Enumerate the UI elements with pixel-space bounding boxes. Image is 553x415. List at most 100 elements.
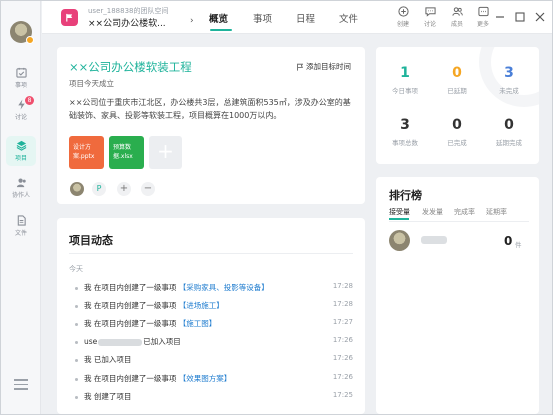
more-label: 更多 [476,21,489,28]
more-button[interactable]: 更多 [472,6,494,28]
project-icon [61,9,78,26]
rail-item-projects[interactable]: 项目 [6,136,36,166]
left-rail: 事项 讨论 8 项目 协作人 文件 [1,1,41,414]
feed-item: 我 已加入项目 17:26 [75,354,353,366]
redacted-name [98,338,143,346]
file-tile-ppt[interactable]: 设计方案.pptx [69,136,104,169]
feed-item: use 已加入项目 17:26 [75,336,353,348]
remove-member-button[interactable]: − [141,182,155,196]
chevron-right-icon[interactable]: › [190,16,194,26]
add-file-button[interactable]: + [149,136,182,169]
ranking-tab-completion[interactable]: 完成率 [454,207,475,217]
project-info-card: ××公司办公楼软装工程 添加目标时间 项目今天成立 ××公司位于重庆市江北区，办… [57,47,365,204]
feed-item: 我 在项目内创建了一级事项 【效果图方案】 17:26 [75,373,353,385]
tab-overview[interactable]: 概览 [209,11,228,25]
feed-time: 17:28 [332,282,353,290]
people-icon [16,178,26,188]
maximize-icon[interactable] [514,11,526,23]
feed-item: 我 在项目内创建了一级事项 【采购家具、投影等设备】 17:28 [75,282,353,294]
stat-value: 3 [504,65,514,81]
members-button[interactable]: 成员 [446,6,468,28]
stat-label: 已完成 [447,139,467,147]
member-avatar[interactable] [70,182,84,196]
workspace-name: user_188838的团队空间 [88,7,169,15]
divider [69,253,353,254]
p-icon[interactable]: P [92,182,106,196]
stat-late-completed[interactable]: 0 延期完成 [482,117,536,147]
ranking-tab-overdue[interactable]: 延期率 [486,207,507,217]
ranking-tab-received[interactable]: 接受量 [389,207,410,217]
discuss-label: 讨论 [423,21,436,28]
feed-item: 我 在项目内创建了一级事项 【施工图】 17:27 [75,318,353,330]
create-button[interactable]: 创建 [392,6,414,28]
feed-title: 项目动态 [69,234,113,247]
project-title[interactable]: ××公司办公楼软装工程 [69,59,192,75]
feed-time: 17:26 [332,354,353,362]
create-label: 创建 [396,21,409,28]
ranking-avatar [389,230,410,251]
members-icon [451,7,463,16]
feed-item: 我 在项目内创建了一级事项 【进场施工】 17:28 [75,300,353,312]
tab-schedule[interactable]: 日程 [296,11,315,25]
project-switcher[interactable]: ××公司办公楼软... [88,16,166,29]
file-tile-xls[interactable]: 预算数据.xlsx [109,136,144,169]
add-target-date-button[interactable]: 添加目标时间 [296,61,351,72]
rail-item-tasks[interactable]: 事项 [6,63,36,93]
feed-time: 17:26 [332,336,353,344]
file-icon [17,215,26,226]
stat-value: 0 [452,65,462,81]
minimize-icon[interactable] [494,11,506,23]
add-member-button[interactable]: + [117,182,131,196]
feed-time: 17:27 [332,318,353,326]
stat-label: 今日事项 [392,87,418,95]
tab-tasks[interactable]: 事项 [253,11,272,25]
rail-item-label: 事项 [14,82,27,89]
task-link[interactable]: 【施工图】 [179,319,217,328]
rail-item-collaborators[interactable]: 协作人 [6,173,36,203]
stat-value: 0 [504,117,514,133]
stat-today-tasks[interactable]: 1 今日事项 [378,65,432,95]
stat-label: 已延期 [447,87,467,95]
task-link[interactable]: 【效果图方案】 [179,374,232,383]
unread-badge: 8 [25,96,34,105]
divider [389,221,529,222]
tab-files[interactable]: 文件 [339,11,358,25]
rail-item-discuss[interactable]: 讨论 8 [6,95,36,125]
ranking-value: 0 [504,234,513,248]
user-status-badge [26,36,34,44]
project-subtitle: 项目今天成立 [69,79,114,88]
close-icon[interactable] [534,11,546,23]
task-link[interactable]: 【进场施工】 [179,301,224,310]
rail-item-label: 协作人 [11,192,30,199]
stat-total[interactable]: 3 事项总数 [378,117,432,147]
feed-time: 17:25 [332,391,353,399]
feed-day-label: 今天 [69,265,83,273]
active-tab-indicator [210,29,232,31]
stat-completed[interactable]: 0 已完成 [430,117,484,147]
top-bar: user_188838的团队空间 ××公司办公楼软... › 概览 事项 日程 … [42,1,552,34]
flag-icon [66,13,73,22]
feed-item: 我 创建了项目 17:25 [75,391,353,403]
stat-label: 事项总数 [392,139,418,147]
discuss-button[interactable]: 讨论 [419,6,441,28]
ranking-title: 排行榜 [389,189,422,202]
stat-incomplete[interactable]: 3 未完成 [482,65,536,95]
flag-icon [297,63,304,71]
rail-item-label: 项目 [14,155,27,162]
ranking-tab-sent[interactable]: 发发量 [422,207,443,217]
plus-circle-icon [397,6,409,17]
chat-icon [424,7,436,17]
add-target-date-label: 添加目标时间 [306,62,351,71]
rail-item-label: 讨论 [14,114,27,121]
more-icon [477,6,489,17]
stat-value: 3 [400,117,410,133]
redacted-name [421,236,447,244]
active-tab-indicator [389,218,409,220]
task-link[interactable]: 【采购家具、投影等设备】 [179,283,269,292]
stat-overdue[interactable]: 0 已延期 [430,65,484,95]
menu-icon[interactable] [14,379,28,390]
members-label: 成员 [450,21,463,28]
rail-item-label: 文件 [14,230,27,237]
stat-label: 未完成 [499,87,519,95]
rail-item-files[interactable]: 文件 [6,211,36,241]
